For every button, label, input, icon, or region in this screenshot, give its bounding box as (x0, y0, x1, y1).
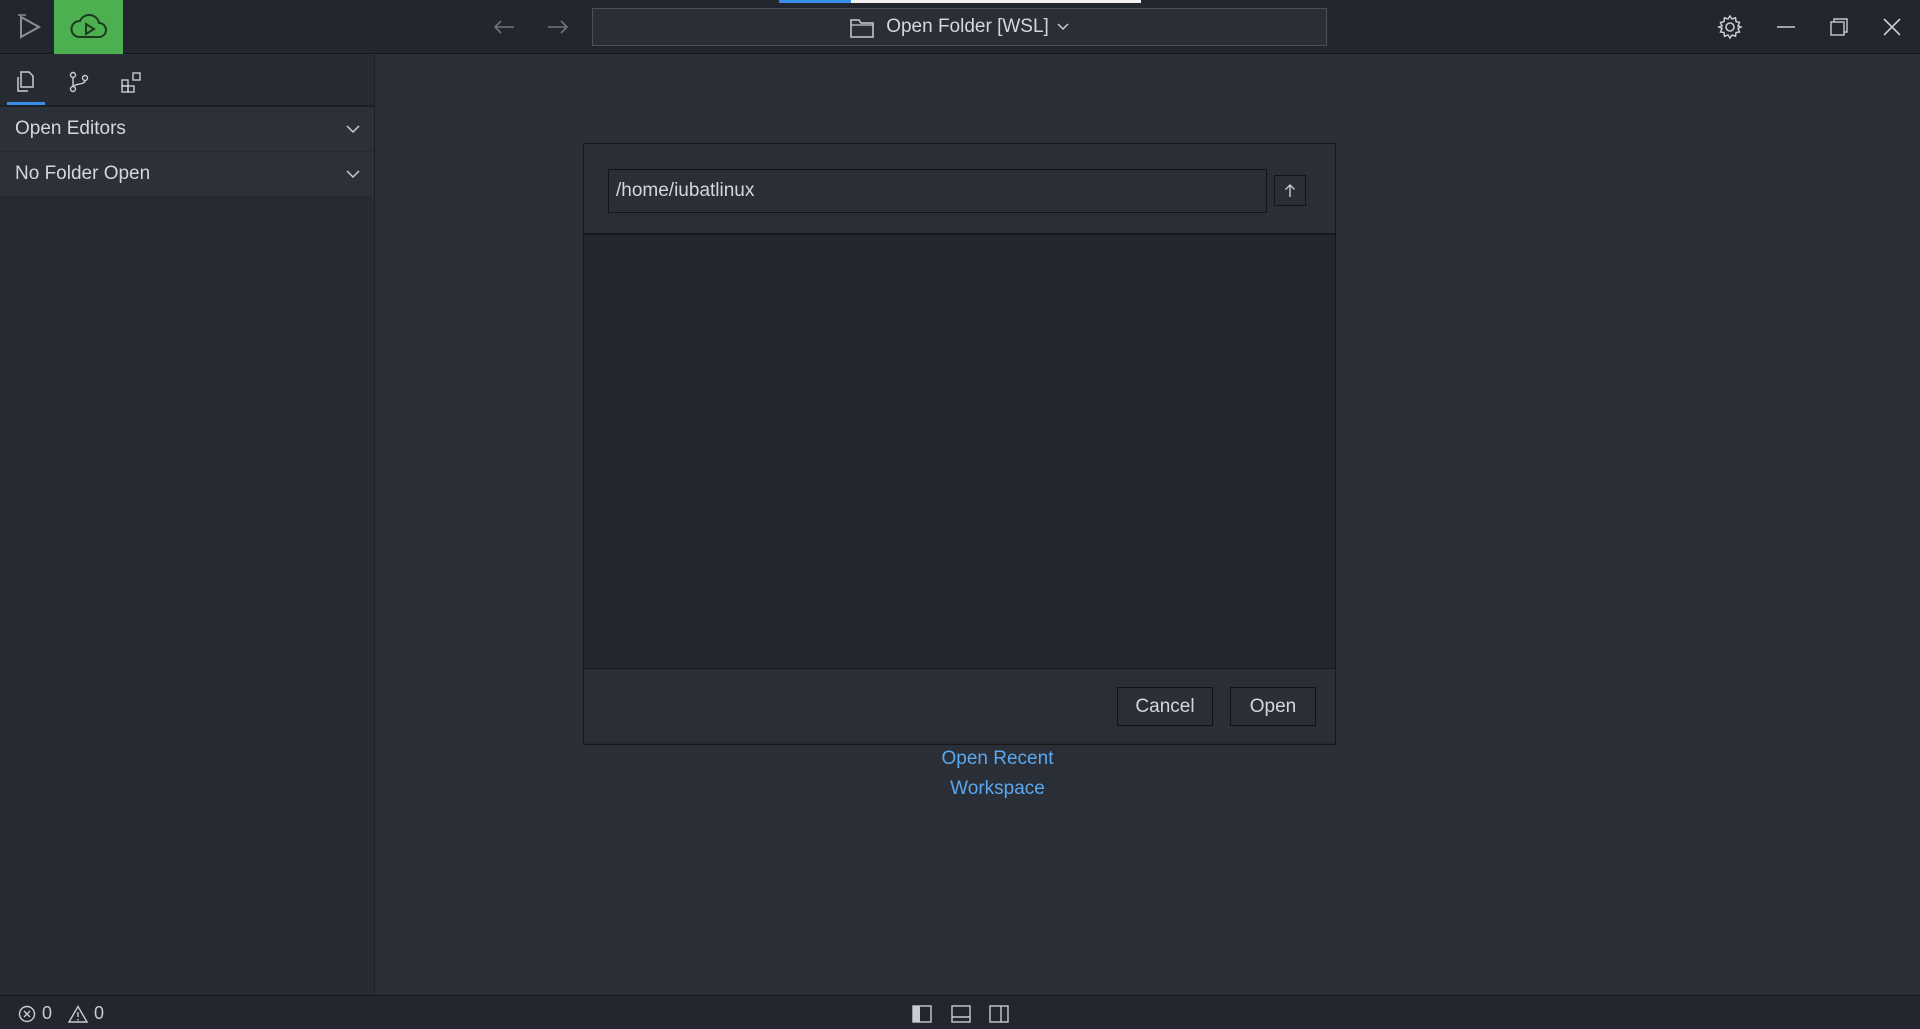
close-icon[interactable] (1876, 12, 1908, 42)
file-list[interactable] (584, 235, 1335, 669)
gear-icon[interactable] (1714, 12, 1746, 42)
dialog-header (584, 144, 1335, 235)
chevron-down-icon (1057, 23, 1069, 31)
app-logo-icon[interactable] (12, 10, 48, 44)
command-center[interactable]: Open Folder [WSL] (592, 8, 1327, 46)
errors-indicator[interactable]: 0 (18, 1003, 52, 1024)
restore-icon[interactable] (1823, 12, 1855, 42)
dialog-footer: Cancel Open (584, 669, 1335, 742)
chevron-down-icon (346, 169, 360, 179)
sidebar-tabs (0, 55, 374, 107)
folder-icon (850, 16, 874, 38)
section-label: Open Editors (15, 118, 126, 139)
navigate-up-button[interactable] (1274, 175, 1306, 206)
arrow-right-icon[interactable] (543, 13, 573, 41)
arrow-left-icon[interactable] (489, 13, 519, 41)
source-control-icon[interactable] (61, 65, 97, 99)
warnings-indicator[interactable]: 0 (68, 1003, 104, 1024)
status-bar: 0 0 (0, 995, 1920, 1029)
open-folder-dialog: Cancel Open (583, 143, 1336, 745)
explorer-icon[interactable] (7, 65, 45, 105)
sidebar-section-no-folder[interactable]: No Folder Open (0, 152, 374, 197)
sidebar-section-open-editors[interactable]: Open Editors (0, 107, 374, 152)
open-recent-workspace-link[interactable]: Open Recent Workspace (892, 744, 1103, 799)
title-bar: Open Folder [WSL] (0, 0, 1920, 54)
cancel-button[interactable]: Cancel (1117, 687, 1213, 726)
warning-icon (68, 1004, 88, 1023)
warning-count: 0 (94, 1003, 105, 1023)
command-center-label: Open Folder [WSL] (886, 16, 1049, 37)
toggle-primary-sidebar-icon[interactable] (911, 1004, 933, 1024)
extensions-icon[interactable] (113, 65, 149, 99)
path-input[interactable] (608, 169, 1267, 213)
section-label: No Folder Open (15, 163, 151, 184)
progress-indicator (779, 0, 1141, 3)
sidebar: Open Editors No Folder Open (0, 55, 375, 995)
chevron-down-icon (346, 124, 360, 134)
error-count: 0 (42, 1003, 53, 1023)
toggle-secondary-sidebar-icon[interactable] (988, 1004, 1010, 1024)
error-icon (18, 1005, 36, 1023)
cloud-play-icon[interactable] (54, 0, 123, 54)
toggle-panel-icon[interactable] (950, 1004, 972, 1024)
arrow-up-icon (1284, 183, 1296, 198)
open-button[interactable]: Open (1230, 687, 1316, 726)
minimize-icon[interactable] (1770, 12, 1802, 42)
